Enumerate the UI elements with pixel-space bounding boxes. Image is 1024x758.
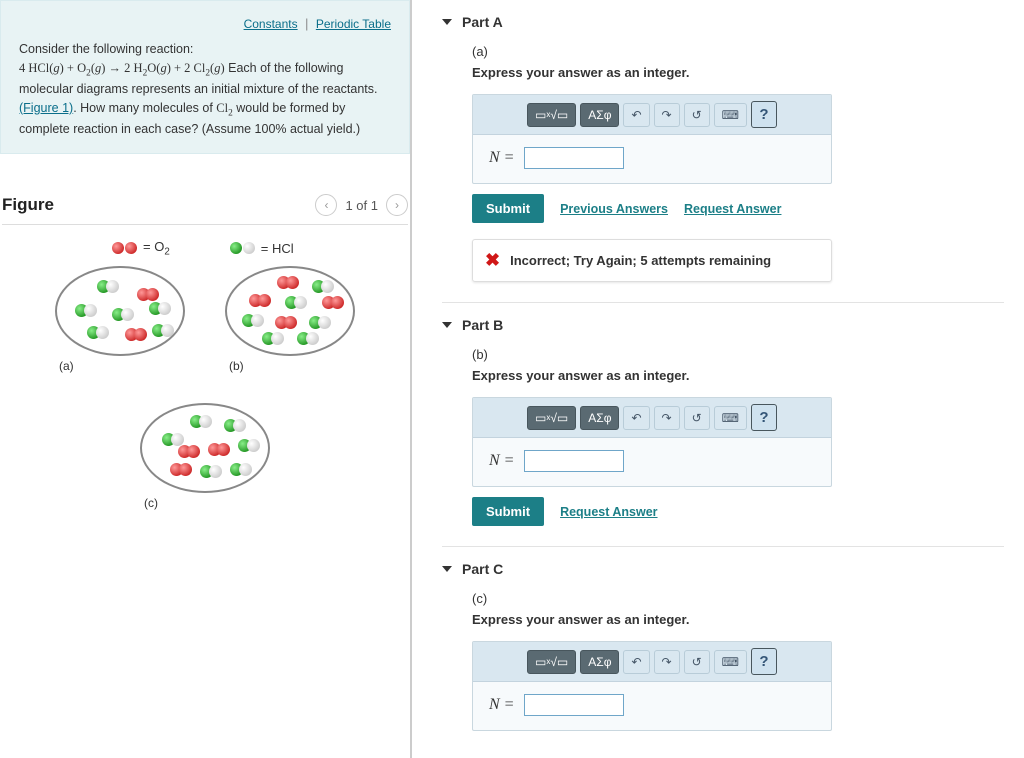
keyboard-button[interactable]: ⌨: [714, 103, 747, 127]
part-a-feedback: ✖ Incorrect; Try Again; 5 attempts remai…: [472, 239, 832, 282]
keyboard-button[interactable]: ⌨: [714, 650, 747, 674]
keyboard-button[interactable]: ⌨: [714, 406, 747, 430]
greek-button[interactable]: ΑΣφ: [580, 103, 619, 127]
part-a-header[interactable]: Part A: [442, 14, 1004, 30]
part-c-instruction: Express your answer as an integer.: [472, 612, 1004, 627]
part-b-instruction: Express your answer as an integer.: [472, 368, 1004, 383]
link-separator: |: [305, 17, 308, 31]
greek-button[interactable]: ΑΣφ: [580, 406, 619, 430]
part-b-toolbar: ▭x√▭ ΑΣφ ↶ ↷ ↺ ⌨ ?: [473, 398, 831, 438]
templates-button[interactable]: ▭x√▭: [527, 103, 576, 127]
redo-button[interactable]: ↷: [654, 406, 680, 430]
part-a-instruction: Express your answer as an integer.: [472, 65, 1004, 80]
part-a-submit-button[interactable]: Submit: [472, 194, 544, 223]
collapse-icon: [442, 19, 452, 25]
templates-button[interactable]: ▭x√▭: [527, 650, 576, 674]
part-b-sublabel: (b): [472, 347, 1004, 362]
legend-hcl: = HCl: [230, 239, 294, 258]
part-b-answer-box: ▭x√▭ ΑΣφ ↶ ↷ ↺ ⌨ ? N =: [472, 397, 832, 487]
diagram-a: [55, 266, 185, 356]
diagram-b: [225, 266, 355, 356]
templates-button[interactable]: ▭x√▭: [527, 406, 576, 430]
legend-o2: = O2: [112, 239, 170, 258]
reset-button[interactable]: ↺: [684, 103, 710, 127]
figure-title: Figure: [2, 195, 54, 215]
diagram-c-label: (c): [144, 496, 158, 510]
part-c-header[interactable]: Part C: [442, 561, 1004, 577]
greek-button[interactable]: ΑΣφ: [580, 650, 619, 674]
figure-legend: = O2 = HCl: [112, 239, 408, 258]
part-a-previous-answers-link[interactable]: Previous Answers: [560, 202, 668, 216]
part-a-toolbar: ▭x√▭ ΑΣφ ↶ ↷ ↺ ⌨ ?: [473, 95, 831, 135]
constants-link[interactable]: Constants: [244, 17, 298, 31]
redo-button[interactable]: ↷: [654, 650, 680, 674]
figure-next-button[interactable]: ›: [386, 194, 408, 216]
figure-prev-button[interactable]: ‹: [315, 194, 337, 216]
incorrect-icon: ✖: [485, 250, 500, 271]
part-c-answer-box: ▭x√▭ ΑΣφ ↶ ↷ ↺ ⌨ ? N =: [472, 641, 832, 731]
part-b: Part B (b) Express your answer as an int…: [442, 302, 1004, 546]
part-b-request-answer-link[interactable]: Request Answer: [560, 505, 657, 519]
part-c-sublabel: (c): [472, 591, 1004, 606]
part-c: Part C (c) Express your answer as an int…: [442, 546, 1004, 758]
reset-button[interactable]: ↺: [684, 406, 710, 430]
part-a-variable: N =: [489, 149, 514, 167]
collapse-icon: [442, 566, 452, 572]
figure-ref-link[interactable]: (Figure 1): [19, 101, 73, 115]
problem-intro: Constants | Periodic Table Consider the …: [0, 0, 410, 154]
undo-button[interactable]: ↶: [623, 406, 649, 430]
collapse-icon: [442, 322, 452, 328]
part-c-input[interactable]: [524, 694, 624, 716]
help-button[interactable]: ?: [751, 648, 777, 675]
help-button[interactable]: ?: [751, 101, 777, 128]
intro-text: Consider the following reaction: 4 HCl(g…: [19, 40, 391, 139]
redo-button[interactable]: ↷: [654, 103, 680, 127]
undo-button[interactable]: ↶: [623, 650, 649, 674]
part-a: Part A (a) Express your answer as an int…: [442, 0, 1004, 302]
periodic-table-link[interactable]: Periodic Table: [316, 17, 391, 31]
part-a-sublabel: (a): [472, 44, 1004, 59]
part-c-variable: N =: [489, 696, 514, 714]
part-c-toolbar: ▭x√▭ ΑΣφ ↶ ↷ ↺ ⌨ ?: [473, 642, 831, 682]
part-b-variable: N =: [489, 452, 514, 470]
part-b-header[interactable]: Part B: [442, 317, 1004, 333]
part-b-submit-button[interactable]: Submit: [472, 497, 544, 526]
part-a-request-answer-link[interactable]: Request Answer: [684, 202, 781, 216]
help-button[interactable]: ?: [751, 404, 777, 431]
part-a-answer-box: ▭x√▭ ΑΣφ ↶ ↷ ↺ ⌨ ? N =: [472, 94, 832, 184]
figure-section: Figure ‹ 1 of 1 › = O2 = HCl: [0, 184, 410, 540]
part-b-input[interactable]: [524, 450, 624, 472]
figure-page-indicator: 1 of 1: [345, 198, 378, 213]
diagram-a-label: (a): [59, 359, 74, 373]
part-a-input[interactable]: [524, 147, 624, 169]
diagram-c: [140, 403, 270, 493]
diagram-b-label: (b): [229, 359, 244, 373]
reset-button[interactable]: ↺: [684, 650, 710, 674]
undo-button[interactable]: ↶: [623, 103, 649, 127]
